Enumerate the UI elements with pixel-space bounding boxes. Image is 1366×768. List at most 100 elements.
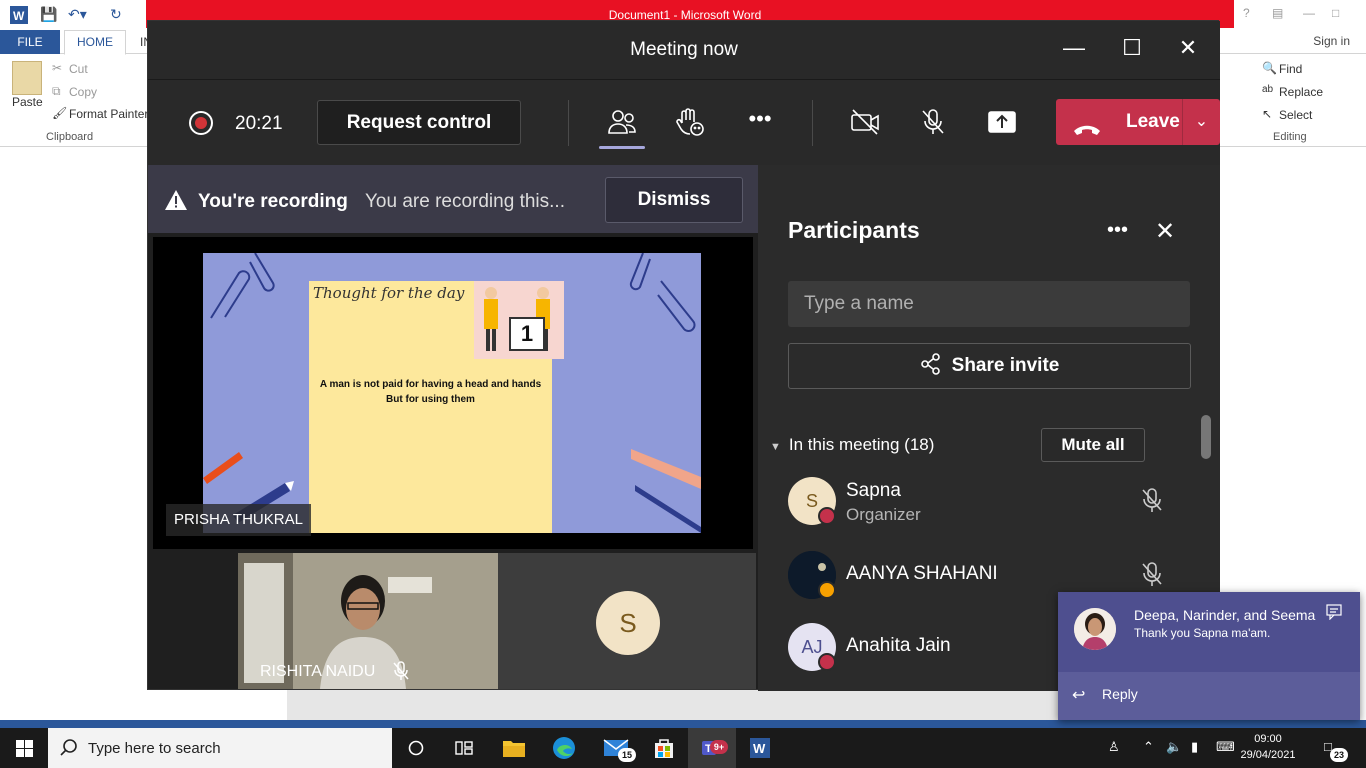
paste-icon[interactable] [12,61,42,95]
cortana-icon[interactable] [392,728,440,768]
mic-off-icon[interactable] [913,106,953,140]
more-options-icon[interactable]: ••• [740,106,780,140]
slide-title: Thought for the day [313,284,465,302]
mic-off-icon[interactable] [1140,487,1164,518]
participant-role: Organizer [846,505,921,524]
mail-badge: 15 [618,748,636,762]
slide-quote-line-1: A man is not paid for having a head and … [319,379,542,390]
copy-icon: ⧉ [52,84,61,98]
recording-status-bold: You're recording [198,191,348,212]
video-tile-rishita[interactable]: RISHITA NAIDU [238,553,498,689]
participants-icon[interactable] [602,106,642,140]
taskbar-search-box[interactable]: Type here to search [48,728,392,768]
toolbar-divider [812,100,813,146]
find-button[interactable]: Find [1279,62,1302,76]
editing-group-label: Editing [1273,131,1307,143]
copy-button[interactable]: Copy [69,85,97,99]
signin-link[interactable]: Sign in [1313,34,1350,48]
people-icon[interactable]: ♙ [1108,739,1120,755]
battery-icon[interactable]: ▮ [1191,739,1198,755]
save-icon[interactable]: 💾 [40,6,57,23]
clock-time: 09:00 [1254,733,1282,745]
in-meeting-label: In this meeting (18) [788,435,935,454]
minimize-icon[interactable]: — [1059,35,1089,61]
scrollbar-thumb[interactable] [1201,415,1211,459]
teams-icon[interactable]: T 9+ [688,728,736,768]
clipboard-group-label: Clipboard [46,131,94,143]
clock-date: 29/04/2021 [1240,749,1296,761]
dismiss-button[interactable]: Dismiss [605,177,743,223]
toast-message: Thank you Sapna ma'am. [1134,626,1271,640]
in-meeting-header[interactable]: ▼ In this meeting (18) [770,435,934,455]
meeting-toolbar: 20:21 Request control ••• Leave ⌄ [148,79,1220,165]
select-button[interactable]: Select [1279,108,1312,122]
avatar: S [596,591,660,655]
windows-start-icon[interactable] [0,728,48,768]
taskbar: Type here to search 15 T 9+ W ♙ ⌃ 🔈 ▮ ⌨ … [0,728,1366,768]
chevron-down-icon: ▼ [770,441,781,453]
taskbar-clock[interactable]: 09:00 29/04/2021 [1240,731,1296,763]
mute-all-button[interactable]: Mute all [1041,428,1145,462]
chat-icon [1326,604,1342,625]
help-icon[interactable]: ? [1243,6,1250,20]
volume-icon[interactable]: 🔈 [1166,739,1182,755]
keyboard-icon[interactable]: ⌨ [1216,739,1235,755]
replace-button[interactable]: Replace [1279,85,1323,99]
reply-button[interactable]: ↩ Reply [1058,672,1360,720]
chat-notification-toast[interactable]: Deepa, Narinder, and Seema Thank you Sap… [1058,592,1360,720]
status-busy-icon [818,653,836,671]
share-invite-button[interactable]: Share invite [788,343,1191,389]
raise-hand-icon[interactable] [670,106,710,140]
share-screen-icon[interactable] [982,106,1022,140]
leave-button[interactable]: Leave [1056,99,1181,145]
tab-file[interactable]: FILE [0,30,60,54]
mic-off-icon[interactable] [1140,561,1164,592]
leave-label: Leave [1126,111,1180,132]
cut-button[interactable]: Cut [69,62,88,76]
request-control-button[interactable]: Request control [317,100,521,145]
find-icon: 🔍 [1262,61,1277,75]
status-away-icon [818,581,836,599]
recording-banner: You're recording You are recording this.… [148,165,758,233]
teams-badge: 9+ [710,740,728,754]
edge-icon[interactable] [540,728,588,768]
camera-off-icon[interactable] [845,106,885,140]
participants-title: Participants [788,217,920,243]
redo-icon[interactable]: ↻ [110,6,122,23]
task-view-icon[interactable] [440,728,488,768]
participant-row[interactable]: S Sapna Organizer [788,477,1208,537]
presenter-name-label: PRISHA THUKRAL [166,504,311,536]
phone-hangup-icon [1072,112,1102,158]
close-icon[interactable]: ✕ [1155,217,1175,246]
file-explorer-icon[interactable] [490,728,538,768]
store-icon[interactable] [640,728,688,768]
chevron-down-icon[interactable]: ⌄ [1182,99,1220,145]
avatar-tile[interactable]: S [498,553,756,689]
mail-icon[interactable]: 15 [592,728,640,768]
notification-count-badge: 23 [1330,748,1348,762]
cut-icon: ✂ [52,61,63,75]
participant-name: Anahita Jain [846,635,951,656]
format-painter-button[interactable]: Format Painter [69,107,148,121]
meeting-timer: 20:21 [235,113,283,134]
word-logo-icon: W [10,6,28,27]
participant-name: Sapna [846,480,901,501]
participant-search-input[interactable] [788,281,1190,327]
chevron-up-icon[interactable]: ⌃ [1143,739,1154,755]
minimize-icon[interactable]: — [1303,6,1315,20]
more-options-icon[interactable]: ••• [1107,219,1128,242]
tab-home[interactable]: HOME [64,30,126,55]
ribbon-display-icon[interactable]: ▤ [1272,6,1283,20]
teams-meeting-window: Meeting now — ☐ ✕ 20:21 Request control … [147,20,1220,691]
maximize-icon[interactable]: □ [1332,6,1339,20]
share-invite-label: Share invite [951,355,1060,376]
share-icon [920,353,940,375]
maximize-icon[interactable]: ☐ [1117,35,1147,61]
undo-icon[interactable]: ↶▾ [68,6,87,23]
word-taskbar-icon[interactable]: W [736,728,784,768]
reply-label: Reply [1102,686,1138,702]
close-icon[interactable]: ✕ [1173,35,1203,61]
paste-button[interactable]: Paste [12,95,43,109]
calendar-icon: 1 [509,317,545,351]
replace-icon: ab [1262,84,1274,95]
